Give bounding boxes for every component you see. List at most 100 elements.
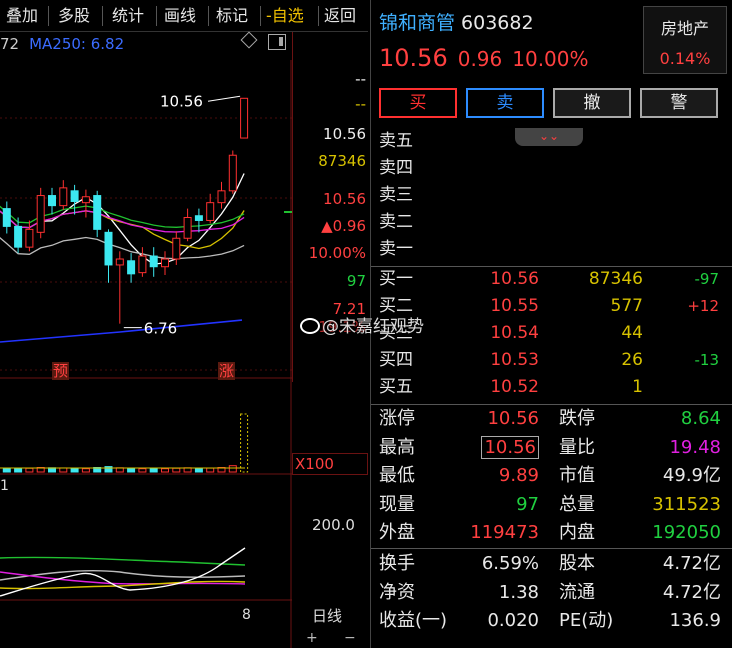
stat-row: 涨停 10.56 跌停 8.64 [371,405,732,433]
bid-row[interactable]: 买五 10.52 1 [371,374,732,401]
watermark: @宋嘉红观势 [300,312,424,337]
high-annotation: 10.56 [160,92,203,110]
sector-box[interactable]: 房地产 0.14% [643,6,727,74]
volume-bar [228,465,237,473]
indicator-green [0,556,246,566]
cancel-order-button[interactable]: 撤 [553,88,631,118]
level-price: 10.54 [490,323,539,343]
overlay-button[interactable]: 叠加 [6,4,38,28]
draw-line-button[interactable]: 画线 [164,4,196,28]
level-change: +12 [687,297,719,315]
level-label: 卖五 [379,131,413,151]
ask-row[interactable]: 卖一 [371,236,732,263]
quote-panel: 锦和商管 603682 房地产 0.14% 10.56 0.96 10.00% 买 卖… [370,0,732,648]
toolbar-divider [48,6,49,26]
ask-row[interactable]: 卖四 [371,155,732,182]
axis-price-2: 10.56 [323,190,366,208]
volume-scale-label: X100 [292,453,368,475]
stat-label: 股本 [559,553,595,574]
candle-body [240,97,249,139]
pre-tag: 预 [52,362,70,380]
stat-value: 311523 [652,493,721,515]
stat-value: 1.38 [457,579,539,607]
level-label: 买四 [379,350,413,370]
statistics-button[interactable]: 统计 [112,4,144,28]
price-pct: 10.00% [512,47,589,71]
candle-body [217,190,226,204]
price-line: 10.56 0.96 10.00% [379,44,599,72]
stat-label: 换手 [379,553,415,574]
stat-label: PE(动) [559,610,614,631]
level-price: 10.53 [490,350,539,370]
axis-pct: 10.00% [308,244,366,262]
stat-label: 跌停 [559,408,595,429]
buy-button[interactable]: 买 [379,88,457,118]
sector-pct: 0.14% [659,49,711,68]
volume-bar [206,467,215,473]
bid-row[interactable]: 买一 10.56 87346 -97 [371,266,732,293]
volume-bar [161,468,169,473]
volume-bar [194,467,203,473]
stat-label: 总量 [559,493,595,515]
stat-value-text: 10.56 [487,408,539,429]
mark-button[interactable]: 标记 [216,4,248,28]
candle-body [48,195,56,207]
candle-body [172,237,181,260]
stat-label: 涨停 [379,408,415,429]
level-price: 10.56 [490,269,539,289]
level-volume: 577 [610,296,643,316]
toolbar-divider [208,6,209,26]
candle-body [2,208,11,227]
stat-value-text: 97 [516,493,539,515]
bid-row[interactable]: 买三 10.54 44 [371,320,732,347]
panel-toggle-icon[interactable] [268,34,286,50]
zoom-in-button[interactable]: + [306,630,318,646]
toolbar-divider [156,6,157,26]
watchlist-button[interactable]: -自选 [266,4,304,28]
chart-toolbar: 叠加 多股 统计 画线 标记 -自选 返回 [0,0,368,32]
stat-value: 10.56 [457,405,539,433]
volume-bar [59,467,68,473]
low-annotation: 6.76 [144,320,177,338]
level-price: 10.55 [490,296,539,316]
axis-dash-2: -- [355,95,366,113]
level-price: 10.52 [490,377,539,397]
level-volume: 26 [621,350,643,370]
zoom-out-button[interactable]: − [344,630,356,646]
candle-body [149,255,158,268]
period-label[interactable]: 日线 [312,605,342,626]
bid-row[interactable]: 买二 10.55 577 +12 [371,293,732,320]
stat-label: 净资 [379,581,415,603]
ask-row[interactable]: 卖二 [371,209,732,236]
candle-body [104,231,113,266]
axis-volume: 87346 [318,152,366,170]
back-button[interactable]: 返回 [324,4,356,28]
stat-label: 最低 [379,465,415,486]
sell-button[interactable]: 卖 [466,88,544,118]
candle-body [161,258,169,268]
stat-value: 4.72亿 [662,581,721,603]
multi-stock-button[interactable]: 多股 [58,4,90,28]
stat-row: 换手 6.59% 股本 4.72亿 [371,550,732,578]
ask-row[interactable]: 卖五 [371,128,732,155]
stat-label: 量比 [559,436,595,458]
toolbar-divider [102,6,103,26]
stat-label: 外盘 [379,522,415,543]
candlestick-chart[interactable]: 10.56 6.76 [0,60,292,648]
stock-title: 锦和商管 603682 [379,8,534,35]
volume-bar [25,467,34,473]
ma250-line [0,319,243,343]
candle-body [194,215,203,221]
stat-row: 最高 10.56 量比 19.48 [371,434,732,462]
level-label: 卖三 [379,185,413,205]
ask-row[interactable]: 卖三 [371,182,732,209]
alert-button[interactable]: 警 [640,88,718,118]
volume-bar [81,468,90,473]
bid-row[interactable]: 买四 10.53 26 -13 [371,347,732,374]
toolbar-divider [260,6,261,26]
stat-value-text: 10.56 [481,435,539,459]
axis-last-label: 8 [242,607,251,623]
volume-bar [138,468,147,473]
stat-value: 136.9 [669,610,721,631]
volume-bar [14,468,23,473]
